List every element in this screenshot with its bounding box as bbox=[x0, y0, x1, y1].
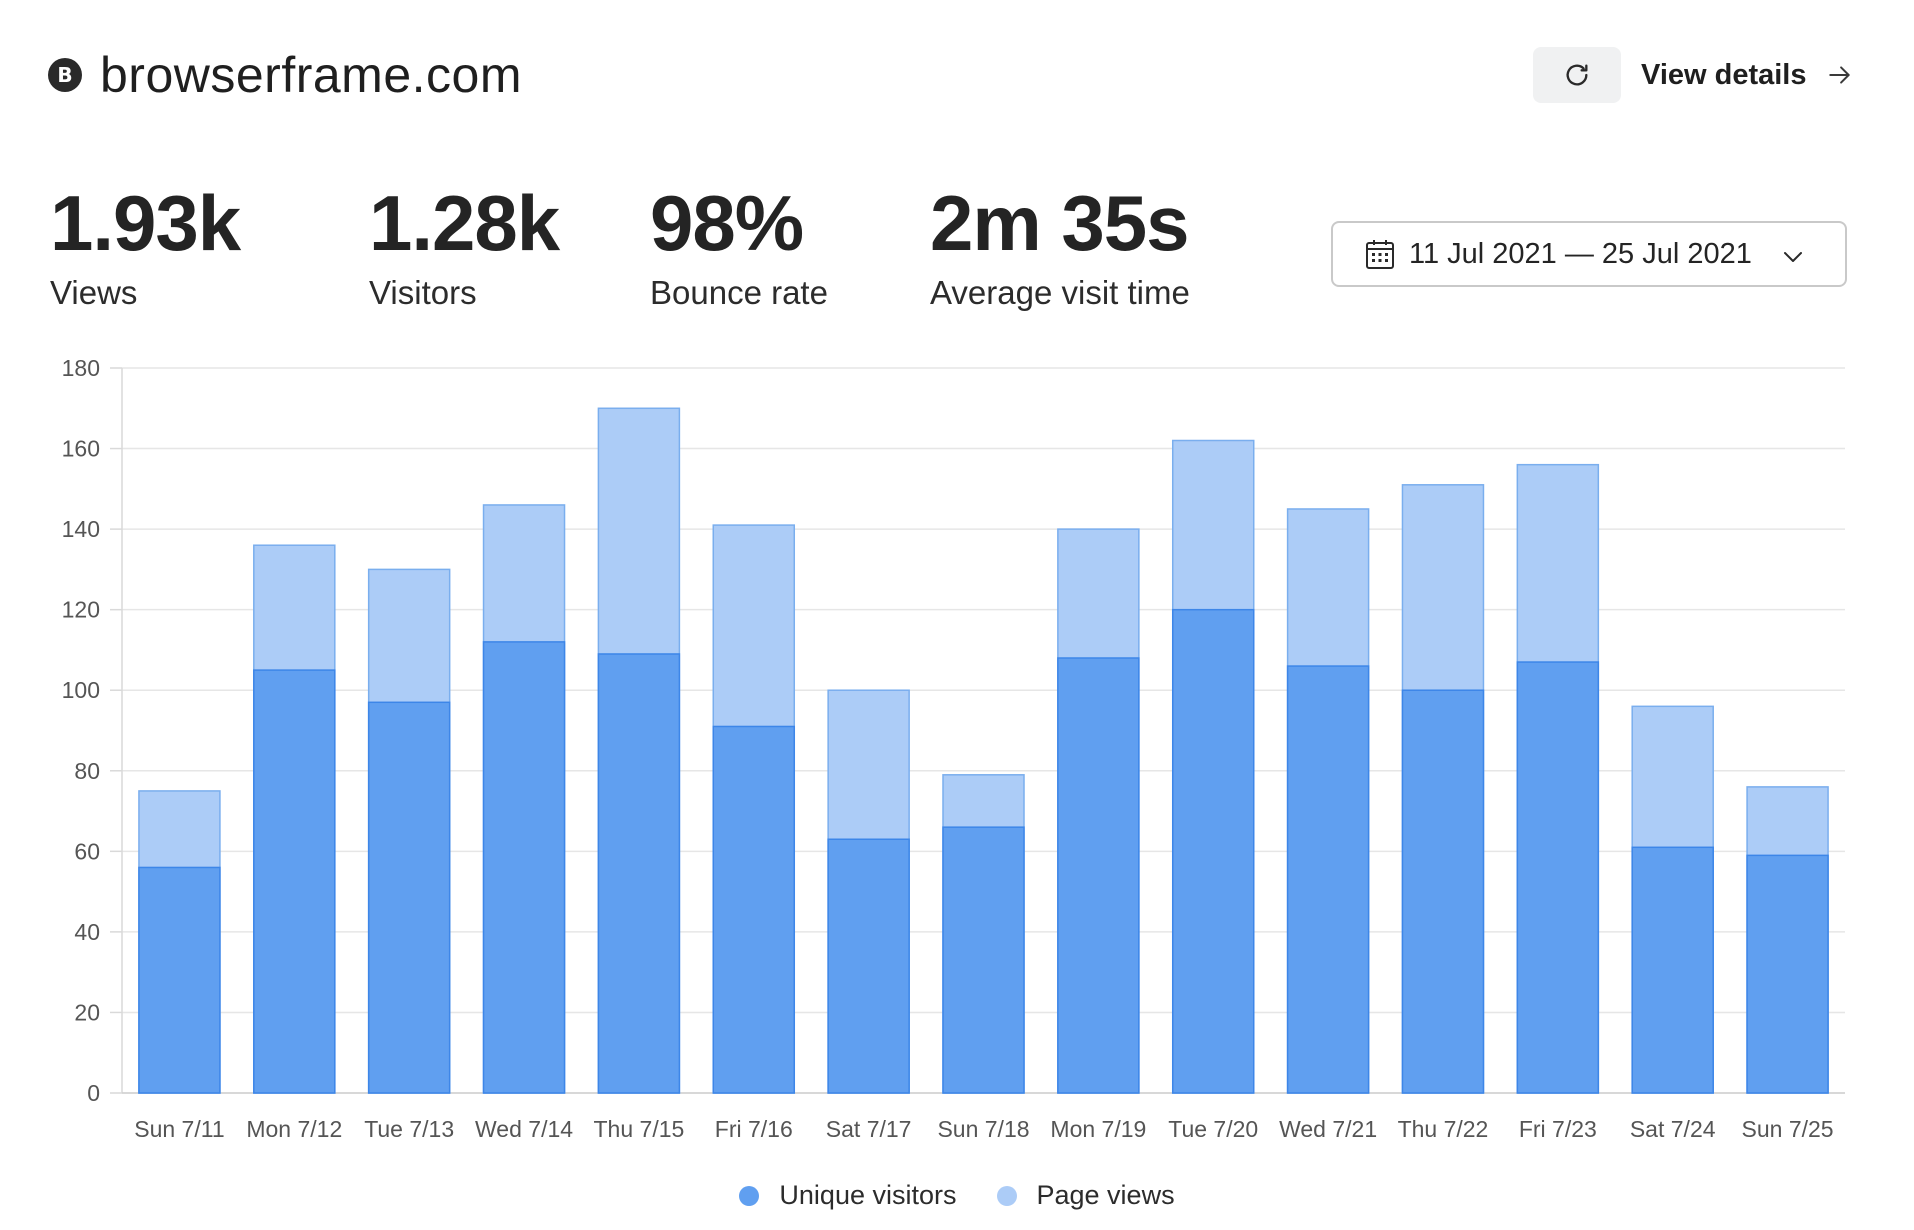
bar-unique-visitors[interactable] bbox=[942, 826, 1025, 1094]
bar-group[interactable] bbox=[1286, 508, 1370, 1094]
bar-unique-visitors[interactable] bbox=[827, 838, 910, 1094]
metric-value: 1.28k bbox=[369, 179, 560, 267]
x-tick-label: Sun 7/25 bbox=[1742, 1116, 1834, 1140]
bar-group[interactable] bbox=[942, 774, 1025, 1094]
bar-unique-visitors[interactable] bbox=[1516, 661, 1600, 1094]
bar-group[interactable] bbox=[1746, 786, 1829, 1094]
chart-legend: Unique visitors Page views bbox=[0, 1180, 1914, 1211]
bar-unique-visitors[interactable] bbox=[1171, 608, 1255, 1094]
bar-unique-visitors[interactable] bbox=[138, 866, 221, 1094]
bar-group[interactable] bbox=[827, 689, 910, 1094]
bar-unique-visitors[interactable] bbox=[712, 725, 796, 1094]
bar-group[interactable] bbox=[1171, 439, 1255, 1094]
site-header: B browserframe.com bbox=[48, 40, 522, 110]
site-favicon-icon: B bbox=[48, 58, 82, 92]
y-tick-label: 0 bbox=[87, 1080, 100, 1106]
x-tick-label: Sat 7/17 bbox=[826, 1116, 912, 1140]
legend-item-page-views[interactable]: Page views bbox=[996, 1180, 1175, 1211]
bar-unique-visitors[interactable] bbox=[1401, 689, 1485, 1094]
legend-swatch-unique-visitors bbox=[739, 1185, 760, 1206]
x-tick-label: Fri 7/23 bbox=[1519, 1116, 1597, 1140]
metric-value: 1.93k bbox=[50, 179, 241, 267]
y-tick-label: 80 bbox=[74, 758, 100, 784]
view-details-link[interactable]: View details bbox=[1641, 52, 1853, 98]
x-tick-label: Sat 7/24 bbox=[1630, 1116, 1716, 1140]
metric-label: Bounce rate bbox=[650, 274, 828, 311]
site-name: browserframe.com bbox=[100, 47, 522, 103]
bar-group[interactable] bbox=[597, 407, 681, 1094]
view-details-label: View details bbox=[1641, 58, 1807, 91]
chevron-down-icon bbox=[1784, 252, 1802, 262]
bar-group[interactable] bbox=[1401, 484, 1485, 1094]
legend-label: Unique visitors bbox=[779, 1180, 957, 1210]
x-tick-label: Sun 7/18 bbox=[937, 1116, 1029, 1140]
bar-group[interactable] bbox=[253, 544, 336, 1094]
bar-unique-visitors[interactable] bbox=[367, 701, 451, 1094]
date-range-label: 11 Jul 2021 — 25 Jul 2021 bbox=[1409, 237, 1752, 270]
refresh-button[interactable] bbox=[1533, 47, 1621, 103]
x-tick-label: Wed 7/14 bbox=[475, 1116, 573, 1140]
x-tick-label: Fri 7/16 bbox=[715, 1116, 793, 1140]
x-tick-label: Tue 7/20 bbox=[1168, 1116, 1258, 1140]
metric-label: Visitors bbox=[369, 274, 477, 311]
metric-value: 2m 35s bbox=[930, 179, 1190, 267]
metric-bounce-rate: 98% Bounce rate bbox=[650, 180, 828, 312]
y-tick-label: 100 bbox=[62, 677, 100, 703]
metric-visitors: 1.28k Visitors bbox=[369, 179, 560, 312]
x-tick-label: Wed 7/21 bbox=[1279, 1116, 1377, 1140]
y-tick-label: 60 bbox=[74, 838, 100, 864]
x-tick-label: Thu 7/22 bbox=[1398, 1116, 1489, 1140]
metric-value: 98% bbox=[650, 179, 804, 267]
refresh-icon bbox=[1566, 64, 1588, 86]
bar-group[interactable] bbox=[1057, 528, 1140, 1094]
y-tick-label: 180 bbox=[62, 355, 100, 381]
calendar-icon bbox=[1366, 240, 1394, 269]
bar-group[interactable] bbox=[367, 568, 451, 1094]
bar-group[interactable] bbox=[1516, 463, 1600, 1094]
bar-unique-visitors[interactable] bbox=[597, 653, 681, 1094]
bar-unique-visitors[interactable] bbox=[253, 669, 336, 1094]
bar-unique-visitors[interactable] bbox=[1286, 665, 1370, 1094]
y-tick-label: 160 bbox=[62, 436, 100, 462]
visits-bar-chart: 0 20 40 60 80 100 120 140 160 180 Sun 7/11 Mon 7/12… bbox=[62, 355, 1845, 1140]
bar-unique-visitors[interactable] bbox=[1057, 657, 1140, 1094]
metric-views: 1.93k Views bbox=[50, 179, 241, 312]
date-range-picker[interactable]: 11 Jul 2021 — 25 Jul 2021 bbox=[1331, 221, 1847, 287]
bar-unique-visitors[interactable] bbox=[482, 641, 566, 1094]
arrow-right-icon bbox=[1827, 62, 1853, 88]
x-tick-label: Mon 7/12 bbox=[246, 1116, 342, 1140]
legend-item-unique-visitors[interactable]: Unique visitors bbox=[739, 1180, 957, 1211]
bar-group[interactable] bbox=[712, 524, 796, 1094]
legend-label: Page views bbox=[1036, 1180, 1175, 1210]
legend-swatch-page-views bbox=[996, 1185, 1017, 1206]
bar-group[interactable] bbox=[1631, 705, 1714, 1094]
y-tick-label: 40 bbox=[74, 919, 100, 945]
metric-label: Average visit time bbox=[930, 274, 1190, 311]
bar-group[interactable] bbox=[482, 504, 566, 1094]
bar-unique-visitors[interactable] bbox=[1631, 846, 1714, 1094]
metric-label: Views bbox=[50, 274, 138, 311]
bar-unique-visitors[interactable] bbox=[1746, 854, 1829, 1094]
y-tick-label: 120 bbox=[62, 597, 100, 623]
y-tick-label: 140 bbox=[62, 516, 100, 542]
x-tick-label: Tue 7/13 bbox=[364, 1116, 454, 1140]
x-tick-label: Mon 7/19 bbox=[1050, 1116, 1146, 1140]
x-tick-label: Thu 7/15 bbox=[594, 1116, 685, 1140]
bar-group[interactable] bbox=[138, 790, 221, 1094]
y-tick-label: 20 bbox=[74, 999, 100, 1025]
x-tick-label: Sun 7/11 bbox=[134, 1116, 224, 1140]
metric-average-visit-time: 2m 35s Average visit time bbox=[930, 180, 1190, 312]
